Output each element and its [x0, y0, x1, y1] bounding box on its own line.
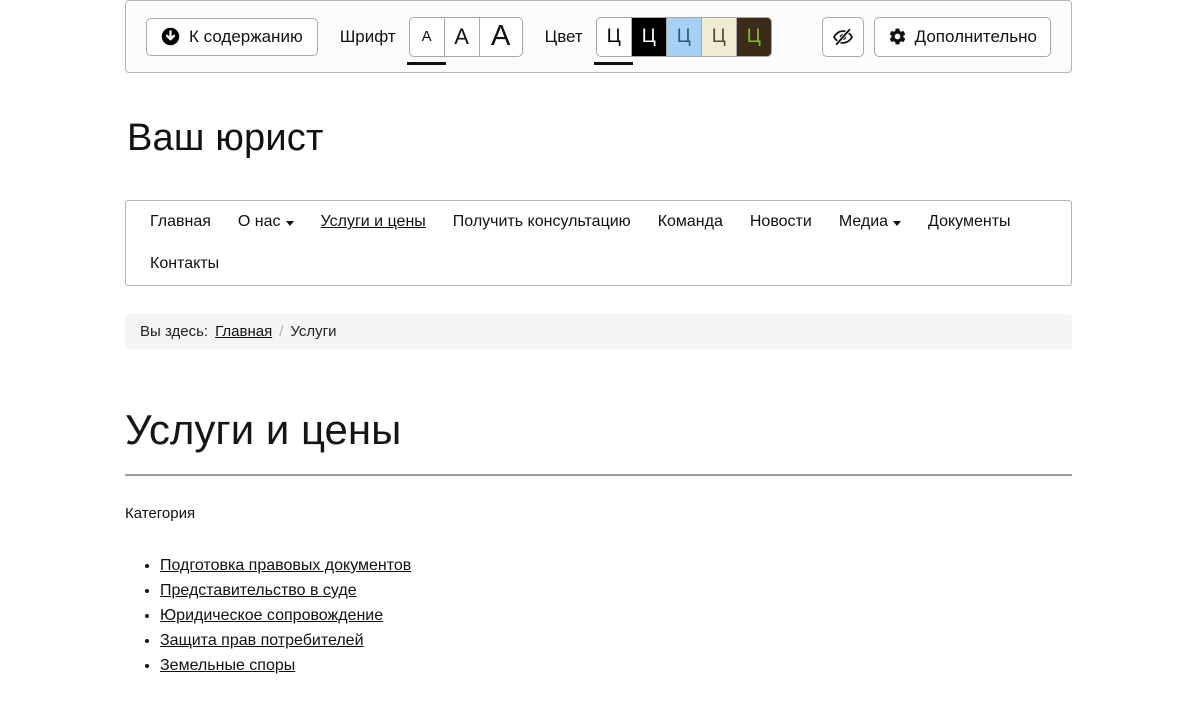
category-link[interactable]: Юридическое сопровождение — [160, 607, 383, 624]
accessibility-toolbar: К содержанию Шрифт А А А Цвет Ц Ц — [125, 0, 1072, 73]
nav-link[interactable]: Контакты — [150, 255, 219, 273]
eye-slash-icon — [832, 26, 854, 48]
main-navigation: Главная О нас Услуги и цены Полу — [125, 200, 1072, 286]
nav-item[interactable]: Документы — [928, 201, 1010, 243]
category-label: Категория — [125, 505, 1072, 522]
font-size-button[interactable]: А — [444, 17, 480, 57]
page-title: Услуги и цены — [125, 406, 1072, 454]
hide-panel-button[interactable] — [822, 17, 864, 57]
nav-link[interactable]: Команда — [658, 213, 723, 231]
nav-link[interactable]: Главная — [150, 213, 211, 231]
nav-link[interactable]: Медиа — [839, 213, 888, 231]
nav-link[interactable]: Услуги и цены — [321, 213, 426, 231]
more-options-button[interactable]: Дополнительно — [874, 17, 1051, 57]
color-scheme-button[interactable]: Ц — [736, 17, 772, 57]
breadcrumb-separator: / — [279, 323, 283, 340]
font-size-button[interactable]: А — [409, 17, 445, 57]
color-scheme-group: Ц Ц Ц Ц Ц — [596, 17, 772, 57]
nav-item[interactable]: Получить консультацию — [453, 201, 631, 243]
category-link[interactable]: Представительство в суде — [160, 582, 357, 599]
nav-item[interactable]: О нас — [238, 201, 294, 243]
category-link[interactable]: Защита прав потребителей — [160, 632, 364, 649]
color-scheme-button[interactable]: Ц — [666, 17, 702, 57]
nav-link[interactable]: Новости — [750, 213, 812, 231]
color-scheme-button[interactable]: Ц — [701, 17, 737, 57]
nav-list: Главная О нас Услуги и цены Полу — [150, 201, 1047, 285]
nav-link[interactable]: Документы — [928, 213, 1010, 231]
category-list-item: Подготовка правовых документов — [160, 553, 1072, 578]
category-list: Подготовка правовых документов Представи… — [125, 553, 1072, 678]
font-size-group: А А А — [409, 17, 523, 57]
category-link[interactable]: Подготовка правовых документов — [160, 557, 411, 574]
more-options-label: Дополнительно — [915, 27, 1037, 47]
category-link[interactable]: Земельные споры — [160, 657, 295, 674]
page: К содержанию Шрифт А А А Цвет Ц Ц — [0, 0, 1200, 702]
category-list-item: Земельные споры — [160, 653, 1072, 678]
chevron-down-icon — [286, 221, 294, 226]
title-divider — [125, 474, 1072, 476]
nav-item[interactable]: Главная — [150, 201, 211, 243]
nav-link[interactable]: Получить консультацию — [453, 213, 631, 231]
nav-item[interactable]: Новости — [750, 201, 812, 243]
breadcrumb-current: Услуги — [290, 323, 336, 340]
breadcrumb-home-link[interactable]: Главная — [215, 323, 272, 340]
breadcrumb-prefix: Вы здесь: — [140, 323, 208, 340]
arrow-circle-down-icon — [161, 27, 180, 46]
category-list-item: Защита прав потребителей — [160, 628, 1072, 653]
category-list-item: Юридическое сопровождение — [160, 603, 1072, 628]
nav-item[interactable]: Команда — [658, 201, 723, 243]
font-label: Шрифт — [340, 27, 396, 47]
color-scheme-button[interactable]: Ц — [596, 17, 632, 57]
nav-link[interactable]: О нас — [238, 213, 281, 231]
nav-item[interactable]: Медиа — [839, 201, 901, 243]
color-scheme-button[interactable]: Ц — [631, 17, 667, 57]
chevron-down-icon — [893, 221, 901, 226]
gear-icon — [888, 27, 907, 46]
font-size-button[interactable]: А — [479, 17, 523, 57]
category-list-item: Представительство в суде — [160, 578, 1072, 603]
nav-item[interactable]: Контакты — [150, 243, 219, 285]
nav-item[interactable]: Услуги и цены — [321, 201, 426, 243]
to-content-label: К содержанию — [189, 27, 303, 47]
site-title: Ваш юрист — [127, 117, 1072, 160]
color-label: Цвет — [545, 27, 583, 47]
breadcrumb: Вы здесь: Главная / Услуги — [125, 314, 1072, 349]
to-content-button[interactable]: К содержанию — [146, 18, 318, 56]
